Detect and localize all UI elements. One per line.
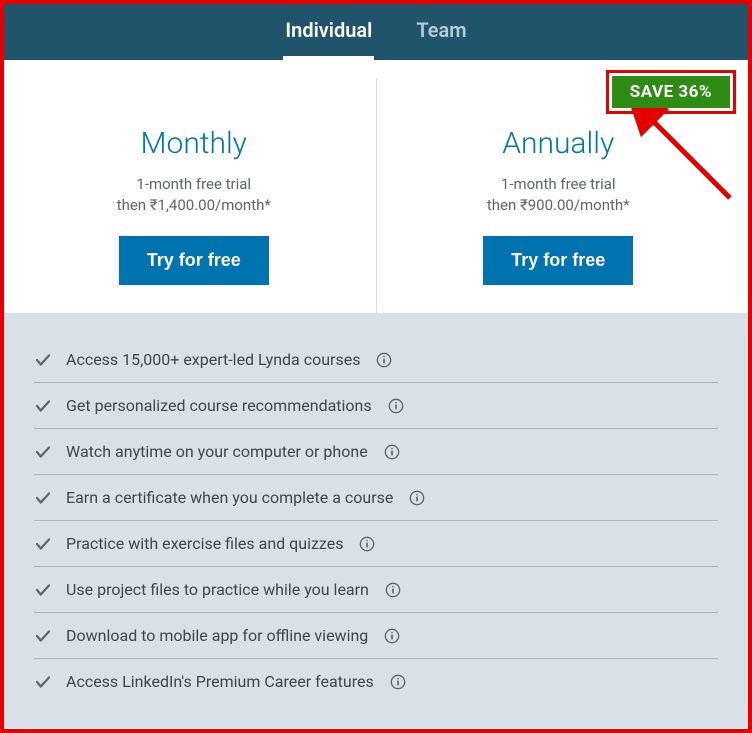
plan-price-text: then ₹900.00/month* xyxy=(397,196,721,214)
tab-individual[interactable]: Individual xyxy=(283,4,374,60)
check-icon xyxy=(34,443,52,461)
tab-team[interactable]: Team xyxy=(414,4,468,60)
feature-text: Access 15,000+ expert-led Lynda courses xyxy=(66,350,360,369)
feature-text: Access LinkedIn's Premium Career feature… xyxy=(66,672,374,691)
info-icon[interactable] xyxy=(384,628,400,644)
pricing-row: Monthly 1-month free trial then ₹1,400.0… xyxy=(4,60,748,313)
check-icon xyxy=(34,581,52,599)
feature-item: Watch anytime on your computer or phone xyxy=(34,429,718,475)
feature-item: Access LinkedIn's Premium Career feature… xyxy=(34,659,718,704)
try-free-button-monthly[interactable]: Try for free xyxy=(119,236,269,285)
check-icon xyxy=(34,397,52,415)
feature-item: Use project files to practice while you … xyxy=(34,567,718,613)
info-icon[interactable] xyxy=(384,444,400,460)
plan-card-monthly: Monthly 1-month free trial then ₹1,400.0… xyxy=(12,78,377,313)
plan-tabs: Individual Team xyxy=(4,4,748,60)
plan-price-text: then ₹1,400.00/month* xyxy=(32,196,356,214)
info-icon[interactable] xyxy=(385,582,401,598)
check-icon xyxy=(34,489,52,507)
feature-text: Use project files to practice while you … xyxy=(66,580,369,599)
feature-text: Download to mobile app for offline viewi… xyxy=(66,626,368,645)
info-icon[interactable] xyxy=(376,352,392,368)
check-icon xyxy=(34,673,52,691)
save-badge-highlight: SAVE 36% xyxy=(606,70,736,114)
feature-item: Download to mobile app for offline viewi… xyxy=(34,613,718,659)
feature-item: Access 15,000+ expert-led Lynda courses xyxy=(34,337,718,383)
info-icon[interactable] xyxy=(390,674,406,690)
plan-title: Monthly xyxy=(32,126,356,161)
feature-text: Watch anytime on your computer or phone xyxy=(66,442,368,461)
try-free-button-annually[interactable]: Try for free xyxy=(483,236,633,285)
page-container: Individual Team Monthly 1-month free tri… xyxy=(0,0,752,733)
feature-text: Get personalized course recommendations xyxy=(66,396,372,415)
plan-trial-text: 1-month free trial xyxy=(32,175,356,193)
info-icon[interactable] xyxy=(359,536,375,552)
plan-trial-text: 1-month free trial xyxy=(397,175,721,193)
plan-title: Annually xyxy=(397,126,721,161)
plan-card-annually: SAVE 36% Annually 1-month free trial the… xyxy=(377,78,741,313)
feature-item: Earn a certificate when you complete a c… xyxy=(34,475,718,521)
feature-item: Practice with exercise files and quizzes xyxy=(34,521,718,567)
check-icon xyxy=(34,351,52,369)
info-icon[interactable] xyxy=(388,398,404,414)
info-icon[interactable] xyxy=(409,490,425,506)
features-list: Access 15,000+ expert-led Lynda courses G… xyxy=(4,313,748,728)
save-badge: SAVE 36% xyxy=(612,76,730,108)
feature-item: Get personalized course recommendations xyxy=(34,383,718,429)
feature-text: Practice with exercise files and quizzes xyxy=(66,534,343,553)
check-icon xyxy=(34,627,52,645)
check-icon xyxy=(34,535,52,553)
feature-text: Earn a certificate when you complete a c… xyxy=(66,488,393,507)
